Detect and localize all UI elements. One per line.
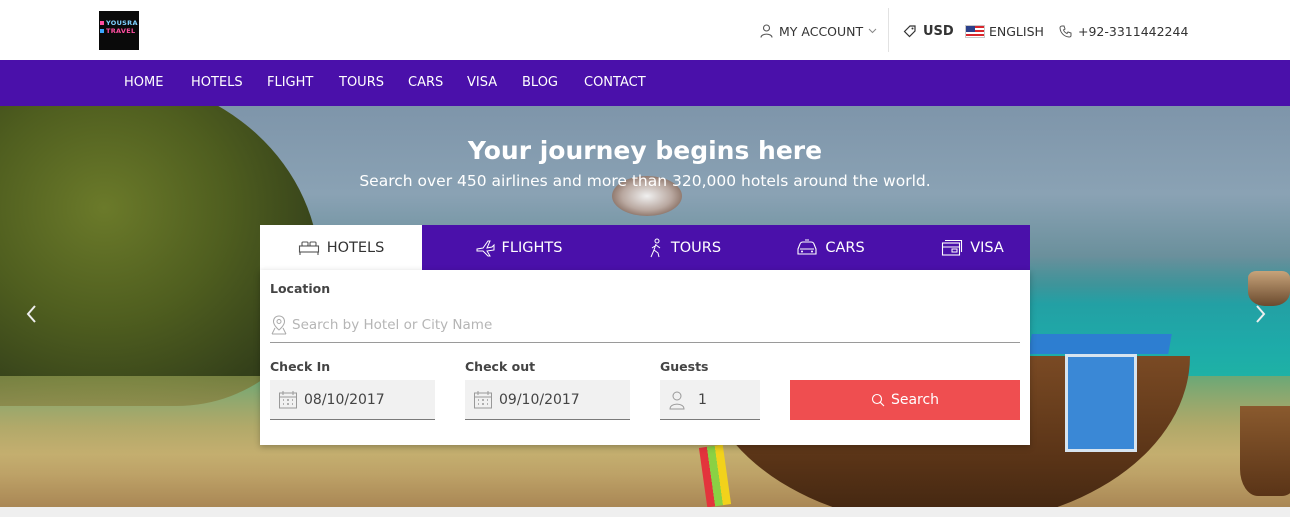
calendar-icon [279,390,297,408]
car-icon [797,239,817,255]
user-icon [669,391,685,409]
tab-visa-label: VISA [970,239,1004,256]
hero-distant-boat [1248,271,1290,306]
tab-hotels[interactable]: HOTELS [260,225,422,270]
logo-text-line1: YOUSRA [106,19,138,27]
hero-subtitle: Search over 450 airlines and more than 3… [359,172,931,190]
map-pin-icon [271,315,287,335]
calendar-icon [474,390,492,408]
tab-tours[interactable]: TOURS [617,225,752,270]
nav-item-cars[interactable]: CARS [408,60,443,106]
location-label: Location [270,281,331,296]
plane-icon [476,240,495,256]
checkin-label: Check In [270,359,331,374]
guests-label: Guests [660,359,709,374]
search-button[interactable]: Search [790,380,1020,420]
carousel-next-button[interactable] [1250,302,1270,326]
checkin-value: 08/10/2017 [304,391,385,408]
chevron-down-icon [868,28,877,34]
my-account-label: MY ACCOUNT [779,23,864,39]
carousel-prev-button[interactable] [22,302,42,326]
my-account-menu[interactable]: MY ACCOUNT [760,22,877,40]
language-label: ENGLISH [989,23,1044,39]
phone-icon [1059,25,1072,38]
tag-icon [903,25,916,38]
card-icon [942,239,963,256]
nav-item-visa[interactable]: VISA [467,60,497,106]
search-panel: Location Check In Check out Guests 08/10… [260,270,1030,445]
nav-item-contact[interactable]: CONTACT [584,60,646,106]
chevron-left-icon [26,305,36,323]
checkout-value: 09/10/2017 [499,391,580,408]
guests-value: 1 [698,391,707,408]
hero-boat-cabin [1065,354,1137,452]
us-flag-icon [965,24,985,38]
tab-flights[interactable]: FLIGHTS [445,225,592,270]
chevron-right-icon [1256,305,1266,323]
search-icon [871,393,885,407]
user-icon [760,24,773,38]
checkin-field[interactable]: 08/10/2017 [270,380,435,420]
currency-label: USD [923,23,954,39]
checkout-label: Check out [465,359,536,374]
divider [888,8,889,52]
main-nav: HOME HOTELS FLIGHT TOURS CARS VISA BLOG … [0,60,1290,106]
nav-item-flight[interactable]: FLIGHT [267,60,313,106]
language-selector[interactable]: ENGLISH [965,22,1044,40]
search-button-label: Search [890,392,940,408]
guests-field[interactable]: 1 [660,380,760,420]
logo[interactable]: YOUSRA TRAVEL [99,11,139,50]
nav-item-tours[interactable]: TOURS [339,60,384,106]
top-bar: YOUSRA TRAVEL MY ACCOUNT USD ENGLISH +92… [0,0,1290,60]
hero-boat-right [1240,406,1290,496]
location-input[interactable] [292,317,992,333]
currency-selector[interactable]: USD [903,22,954,40]
logo-mark [100,21,104,25]
logo-text-line2: TRAVEL [106,27,136,35]
tab-hotels-label: HOTELS [326,239,385,256]
checkout-field[interactable]: 09/10/2017 [465,380,630,420]
location-field[interactable] [270,308,1020,343]
walker-icon [650,238,661,257]
nav-item-blog[interactable]: BLOG [522,60,558,106]
search-tabs: HOTELS FLIGHTS TOURS CARS VISA [260,225,1030,270]
phone-link[interactable]: +92-3311442244 [1059,22,1188,40]
nav-item-hotels[interactable]: HOTELS [191,60,243,106]
tab-cars-label: CARS [825,239,865,256]
phone-number: +92-3311442244 [1078,23,1189,39]
tab-visa[interactable]: VISA [915,225,1030,270]
bed-icon [298,240,319,255]
hero-title: Your journey begins here [467,136,823,165]
logo-mark-2 [100,29,104,33]
page-bottom [0,507,1290,517]
tab-flights-label: FLIGHTS [501,239,563,256]
tab-cars[interactable]: CARS [772,225,889,270]
tab-tours-label: TOURS [670,239,722,256]
nav-item-home[interactable]: HOME [124,60,163,106]
hero-boat-canopy [1028,334,1172,354]
